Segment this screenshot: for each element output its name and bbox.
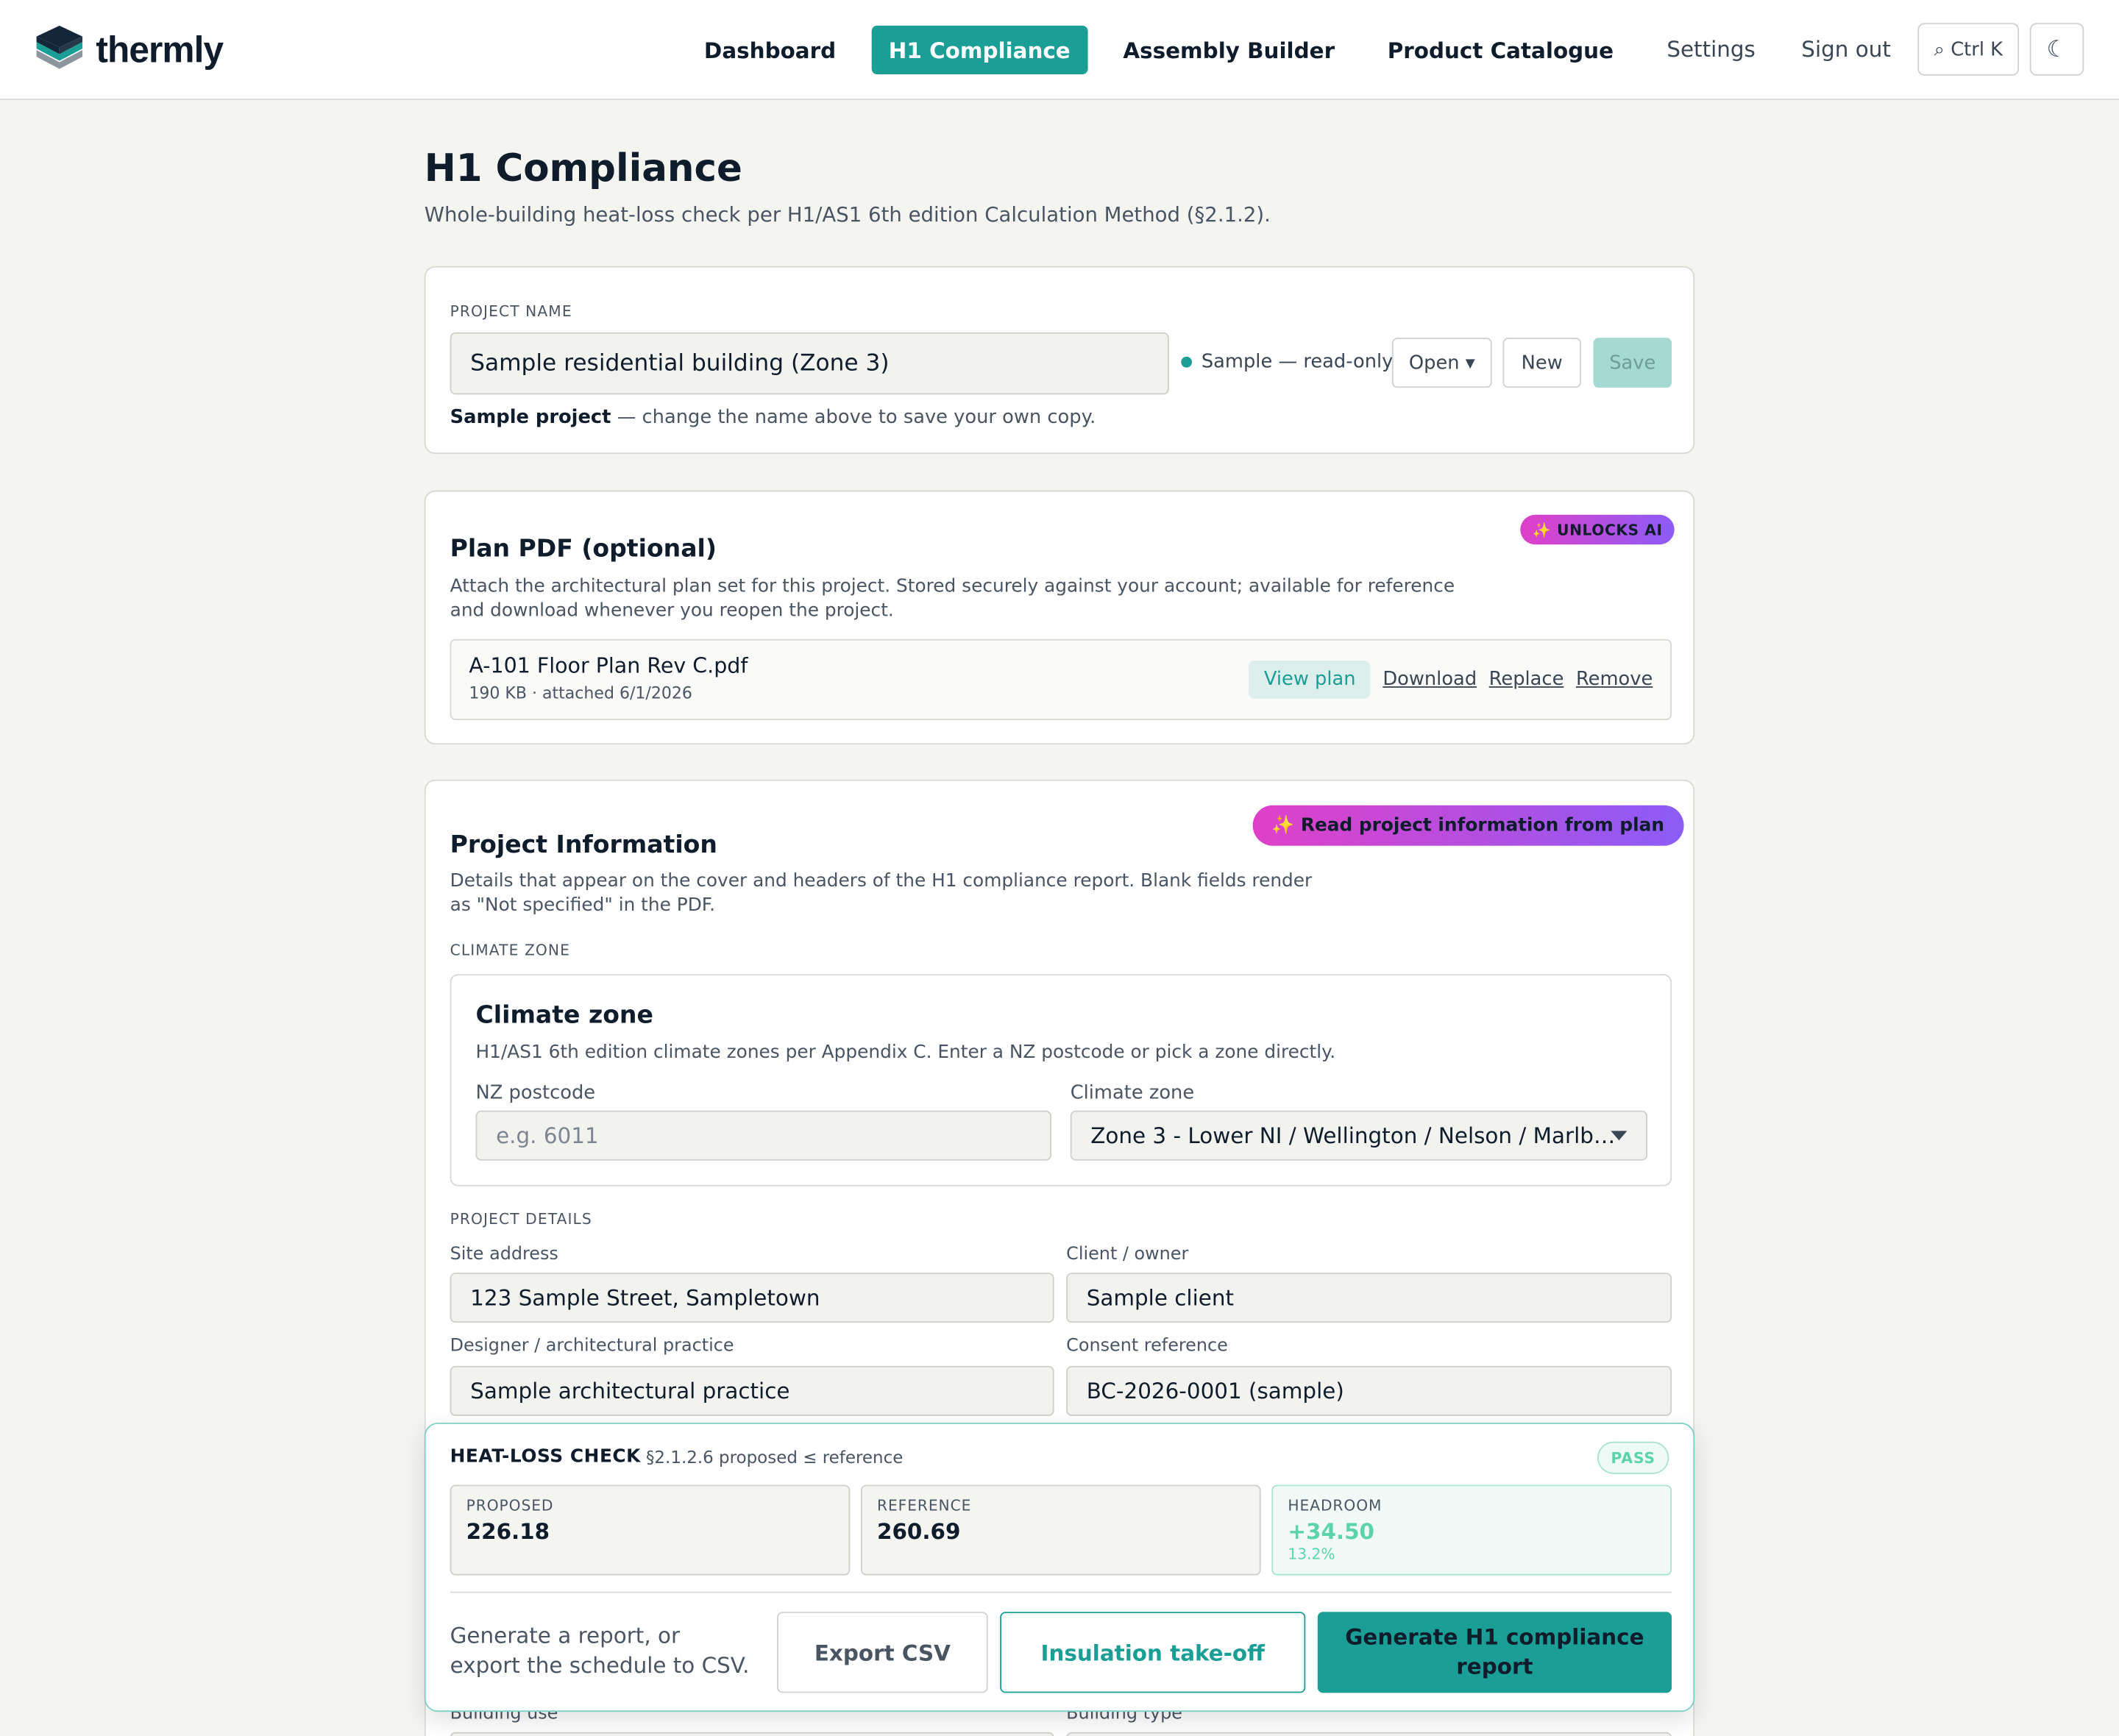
logo-layers-icon xyxy=(34,24,85,76)
headroom-percent: 13.2% xyxy=(1288,1545,1335,1564)
export-csv-button[interactable]: Export CSV xyxy=(777,1612,988,1693)
climate-zone-select[interactable]: Zone 3 - Lower NI / Wellington / Nelson … xyxy=(1070,1110,1647,1161)
command-search-button[interactable]: ⌕ Ctrl K xyxy=(1917,23,2020,76)
read-only-status: Sample — read-only xyxy=(1181,352,1393,373)
file-meta: 190 KB · attached 6/1/2026 xyxy=(469,683,692,703)
main-nav: Dashboard H1 Compliance Assembly Builder… xyxy=(686,25,1649,75)
status-text: Sample — read-only xyxy=(1201,351,1394,373)
climate-zone-title: Climate zone xyxy=(475,1001,653,1030)
headroom-value: +34.50 xyxy=(1288,1518,1374,1545)
insulation-takeoff-button[interactable]: Insulation take-off xyxy=(1000,1612,1306,1693)
heat-loss-title: HEAT-LOSS CHECK xyxy=(450,1445,641,1468)
site-address-input[interactable]: 123 Sample Street, Sampletown xyxy=(450,1273,1054,1323)
proposed-metric: PROPOSED 226.18 xyxy=(450,1484,851,1576)
heat-loss-rule: §2.1.2.6 proposed ≤ reference xyxy=(645,1447,904,1468)
theme-toggle-moon-icon[interactable]: ☾ xyxy=(2029,23,2084,76)
download-link[interactable]: Download xyxy=(1383,669,1477,690)
nav-assembly-builder[interactable]: Assembly Builder xyxy=(1106,26,1352,74)
project-name-card: PROJECT NAME Sample residential building… xyxy=(424,266,1695,455)
status-dot-icon xyxy=(1181,356,1192,368)
client-owner-label: Client / owner xyxy=(1066,1244,1189,1265)
postcode-input[interactable]: e.g. 6011 xyxy=(475,1110,1051,1161)
building-use-input[interactable] xyxy=(450,1732,1054,1736)
sample-project-note: Sample project — change the name above t… xyxy=(450,407,1096,428)
heat-loss-panel: HEAT-LOSS CHECK §2.1.2.6 proposed ≤ refe… xyxy=(424,1423,1695,1712)
logo-text: thermly xyxy=(96,29,224,70)
attached-file-row: A-101 Floor Plan Rev C.pdf 190 KB · atta… xyxy=(450,638,1672,720)
generate-report-button[interactable]: Generate H1 compliance report xyxy=(1317,1612,1672,1693)
new-button[interactable]: New xyxy=(1502,338,1581,388)
project-name-label: PROJECT NAME xyxy=(450,302,572,321)
reference-value: 260.69 xyxy=(877,1518,961,1545)
building-type-input[interactable] xyxy=(1066,1732,1672,1736)
settings-link[interactable]: Settings xyxy=(1667,37,1756,63)
sample-project-note-text: — change the name above to save your own… xyxy=(611,406,1096,429)
climate-zone-label: Climate zone xyxy=(1070,1082,1195,1104)
plan-pdf-description: Attach the architectural plan set for th… xyxy=(450,575,1455,622)
project-information-description: Details that appear on the cover and hea… xyxy=(450,869,1313,917)
export-hint: Generate a report, or export the schedul… xyxy=(450,1622,750,1679)
designer-input[interactable]: Sample architectural practice xyxy=(450,1365,1054,1416)
plan-pdf-title: Plan PDF (optional) xyxy=(450,535,717,563)
climate-zone-box: Climate zone H1/AS1 6th edition climate … xyxy=(450,974,1672,1187)
climate-zone-caps: CLIMATE ZONE xyxy=(450,942,571,960)
view-plan-button[interactable]: View plan xyxy=(1249,661,1371,699)
remove-link[interactable]: Remove xyxy=(1576,669,1653,690)
proposed-value: 226.18 xyxy=(466,1518,550,1545)
pass-badge: PASS xyxy=(1597,1441,1669,1474)
headroom-label: HEADROOM xyxy=(1288,1497,1383,1515)
nav-dashboard[interactable]: Dashboard xyxy=(686,26,853,74)
consent-reference-label: Consent reference xyxy=(1066,1336,1228,1357)
plan-pdf-card: ✨ UNLOCKS AI Plan PDF (optional) Attach … xyxy=(424,490,1695,745)
client-owner-input[interactable]: Sample client xyxy=(1066,1273,1672,1323)
site-address-label: Site address xyxy=(450,1244,558,1265)
reference-metric: REFERENCE 260.69 xyxy=(860,1484,1261,1576)
consent-reference-input[interactable]: BC-2026-0001 (sample) xyxy=(1066,1365,1672,1416)
headroom-metric: HEADROOM +34.50 13.2% xyxy=(1271,1484,1672,1576)
postcode-label: NZ postcode xyxy=(475,1082,596,1104)
project-name-input[interactable]: Sample residential building (Zone 3) xyxy=(450,332,1169,395)
top-right-actions: Settings Sign out ⌕ Ctrl K ☾ xyxy=(1621,23,2084,76)
file-actions: View plan Download Replace Remove xyxy=(1249,661,1653,699)
project-details-caps: PROJECT DETAILS xyxy=(450,1210,592,1228)
sample-project-note-bold: Sample project xyxy=(450,406,611,429)
nav-product-catalogue[interactable]: Product Catalogue xyxy=(1370,26,1631,74)
logo[interactable]: thermly xyxy=(34,24,224,76)
page-subtitle: Whole-building heat-loss check per H1/AS… xyxy=(424,202,1271,227)
panel-divider xyxy=(450,1591,1672,1593)
designer-label: Designer / architectural practice xyxy=(450,1336,734,1357)
file-name: A-101 Floor Plan Rev C.pdf xyxy=(469,653,748,679)
reference-label: REFERENCE xyxy=(877,1497,972,1515)
open-button[interactable]: Open ▾ xyxy=(1391,338,1492,388)
proposed-label: PROPOSED xyxy=(466,1497,554,1515)
top-bar: thermly Dashboard H1 Compliance Assembly… xyxy=(0,0,2119,100)
page-title: H1 Compliance xyxy=(424,146,742,191)
climate-zone-description: H1/AS1 6th edition climate zones per App… xyxy=(475,1042,1336,1064)
replace-link[interactable]: Replace xyxy=(1489,669,1564,690)
unlocks-ai-badge: ✨ UNLOCKS AI xyxy=(1520,514,1675,545)
project-information-title: Project Information xyxy=(450,830,717,860)
save-button[interactable]: Save xyxy=(1593,338,1672,388)
chevron-down-icon xyxy=(1611,1131,1628,1141)
sign-out-link[interactable]: Sign out xyxy=(1801,37,1891,63)
read-from-plan-button[interactable]: ✨ Read project information from plan xyxy=(1252,805,1683,846)
nav-h1-compliance[interactable]: H1 Compliance xyxy=(870,25,1088,75)
climate-zone-select-value: Zone 3 - Lower NI / Wellington / Nelson … xyxy=(1090,1123,1616,1149)
